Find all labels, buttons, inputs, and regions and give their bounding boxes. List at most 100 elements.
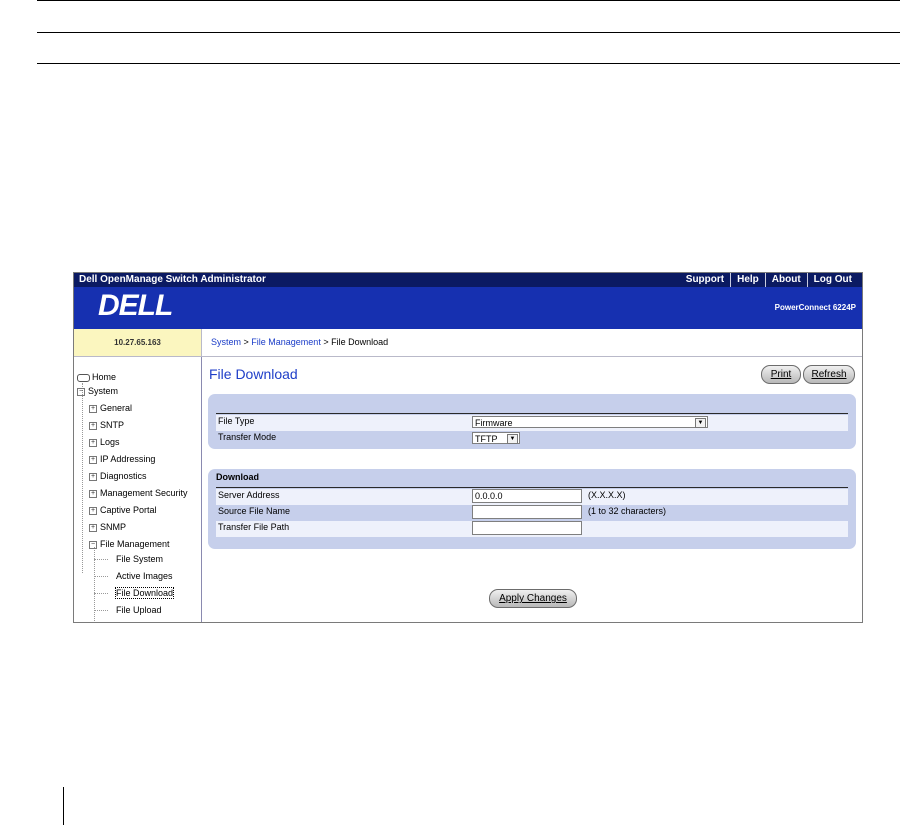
chevron-down-icon: ▼	[507, 434, 518, 444]
top-bar: Dell OpenManage Switch Administrator Sup…	[74, 273, 862, 287]
expand-icon[interactable]: +	[89, 438, 97, 447]
download-header: Download	[216, 472, 259, 482]
panel-divider	[216, 487, 848, 488]
collapse-icon[interactable]: −	[77, 387, 85, 396]
about-link[interactable]: About	[764, 273, 807, 287]
transfer-mode-select[interactable]: TFTP ▼	[472, 432, 520, 444]
transfer-mode-value: TFTP	[475, 434, 498, 444]
sidebar-item-management-security[interactable]: + Management Security	[89, 488, 188, 498]
transfer-path-label: Transfer File Path	[218, 522, 290, 532]
sidebar-item-active-images[interactable]: Active Images	[116, 571, 173, 581]
tree-connector	[94, 593, 108, 594]
sidebar-item-label: Active Images	[116, 571, 173, 581]
breadcrumb-sep: >	[241, 337, 252, 347]
expand-icon[interactable]: +	[89, 506, 97, 515]
logout-link[interactable]: Log Out	[806, 273, 858, 287]
product-name: PowerConnect 6224P	[774, 303, 856, 312]
sidebar-tree: Home − System + General + SNTP + Logs + IP Ad…	[74, 357, 202, 622]
support-link[interactable]: Support	[680, 273, 730, 287]
sidebar-item-file-upload[interactable]: File Upload	[116, 605, 162, 615]
file-type-value: Firmware	[475, 418, 513, 428]
header-rule-middle	[37, 32, 900, 33]
collapse-icon[interactable]: −	[89, 540, 97, 549]
sidebar-item-label: IP Addressing	[100, 454, 156, 464]
transfer-mode-label: Transfer Mode	[218, 432, 277, 442]
top-links: Support Help About Log Out	[680, 273, 858, 287]
expand-icon[interactable]: +	[89, 472, 97, 481]
file-settings-panel: File Type Firmware ▼ Transfer Mode TFTP …	[208, 394, 856, 449]
sidebar-item-general[interactable]: + General	[89, 403, 132, 413]
sidebar-item-label: Home	[92, 372, 117, 382]
transfer-mode-row: Transfer Mode TFTP ▼	[216, 431, 848, 447]
sidebar-item-home[interactable]: Home	[77, 372, 116, 382]
transfer-path-input[interactable]	[472, 521, 582, 535]
sidebar-item-label: Diagnostics	[100, 471, 147, 481]
sidebar-item-logs[interactable]: + Logs	[89, 437, 120, 447]
sidebar-item-file-system[interactable]: File System	[116, 554, 163, 564]
brand-banner: DELL PowerConnect 6224P	[74, 287, 862, 329]
dell-logo: DELL	[98, 289, 173, 322]
header-rule-top	[37, 0, 900, 1]
sidebar-item-label: Logs	[100, 437, 120, 447]
help-link[interactable]: Help	[730, 273, 765, 287]
breadcrumb-current: File Download	[331, 337, 389, 347]
ip-address: 10.27.65.163	[74, 329, 202, 356]
source-file-label: Source File Name	[218, 506, 291, 516]
sidebar-item-ip-addressing[interactable]: + IP Addressing	[89, 454, 155, 464]
sidebar-item-snmp[interactable]: + SNMP	[89, 522, 126, 532]
server-address-label: Server Address	[218, 490, 280, 500]
expand-icon[interactable]: +	[89, 455, 97, 464]
expand-icon[interactable]: +	[89, 489, 97, 498]
sidebar-item-label: File Upload	[116, 605, 162, 615]
sidebar-item-label: File System	[116, 554, 164, 564]
sidebar-item-file-management[interactable]: − File Management	[89, 539, 170, 549]
print-button[interactable]: Print	[761, 365, 801, 384]
breadcrumb-system[interactable]: System	[211, 337, 241, 347]
page-margin-bar	[63, 787, 64, 825]
main-content: File Download Print Refresh File Type Fi…	[202, 357, 862, 622]
sidebar-item-sntp[interactable]: + SNTP	[89, 420, 124, 430]
source-file-hint: (1 to 32 characters)	[588, 506, 667, 516]
file-type-select[interactable]: Firmware ▼	[472, 416, 708, 428]
refresh-button[interactable]: Refresh	[803, 365, 855, 384]
tree-connector	[94, 559, 108, 560]
expand-icon[interactable]: +	[89, 421, 97, 430]
apply-changes-button[interactable]: Apply Changes	[489, 589, 577, 608]
page-title: File Download	[209, 366, 298, 382]
transfer-path-row: Transfer File Path	[216, 521, 848, 537]
tree-connector	[94, 576, 108, 577]
source-file-row: Source File Name (1 to 32 characters)	[216, 505, 848, 521]
tree-connector	[94, 610, 108, 611]
file-type-label: File Type	[218, 416, 255, 426]
sidebar-item-captive-portal[interactable]: + Captive Portal	[89, 505, 157, 515]
sidebar-item-label: SNTP	[100, 420, 125, 430]
tree-connector	[82, 383, 83, 573]
sidebar-item-label: Management Security	[100, 488, 188, 498]
breadcrumb: System > File Management > File Download	[211, 329, 388, 356]
breadcrumb-row: 10.27.65.163 System > File Management > …	[74, 329, 862, 357]
sidebar-item-label: System	[88, 386, 119, 396]
breadcrumb-sep: >	[320, 337, 332, 347]
sidebar-item-file-download[interactable]: File Download	[114, 587, 175, 599]
chevron-down-icon: ▼	[695, 418, 706, 428]
sidebar-item-system[interactable]: − System	[77, 386, 118, 396]
expand-icon[interactable]: +	[89, 523, 97, 532]
sidebar-item-label: SNMP	[100, 522, 127, 532]
sidebar-item-label: File Management	[100, 539, 170, 549]
sidebar-item-label: File Download	[116, 588, 174, 598]
sidebar-item-label: Captive Portal	[100, 505, 157, 515]
download-panel: Download Server Address 0.0.0.0 (X.X.X.X…	[208, 469, 856, 549]
sidebar-item-label: General	[100, 403, 133, 413]
server-address-hint: (X.X.X.X)	[588, 490, 626, 500]
source-file-input[interactable]	[472, 505, 582, 519]
header-rule-bottom	[37, 63, 900, 64]
server-address-input[interactable]: 0.0.0.0	[472, 489, 582, 503]
app-title: Dell OpenManage Switch Administrator	[79, 274, 266, 285]
server-address-row: Server Address 0.0.0.0 (X.X.X.X)	[216, 489, 848, 505]
expand-icon[interactable]: +	[89, 404, 97, 413]
file-type-row: File Type Firmware ▼	[216, 415, 848, 431]
home-icon	[77, 373, 90, 382]
sidebar-item-diagnostics[interactable]: + Diagnostics	[89, 471, 147, 481]
screenshot-window: Dell OpenManage Switch Administrator Sup…	[73, 272, 863, 623]
breadcrumb-file-management[interactable]: File Management	[251, 337, 321, 347]
